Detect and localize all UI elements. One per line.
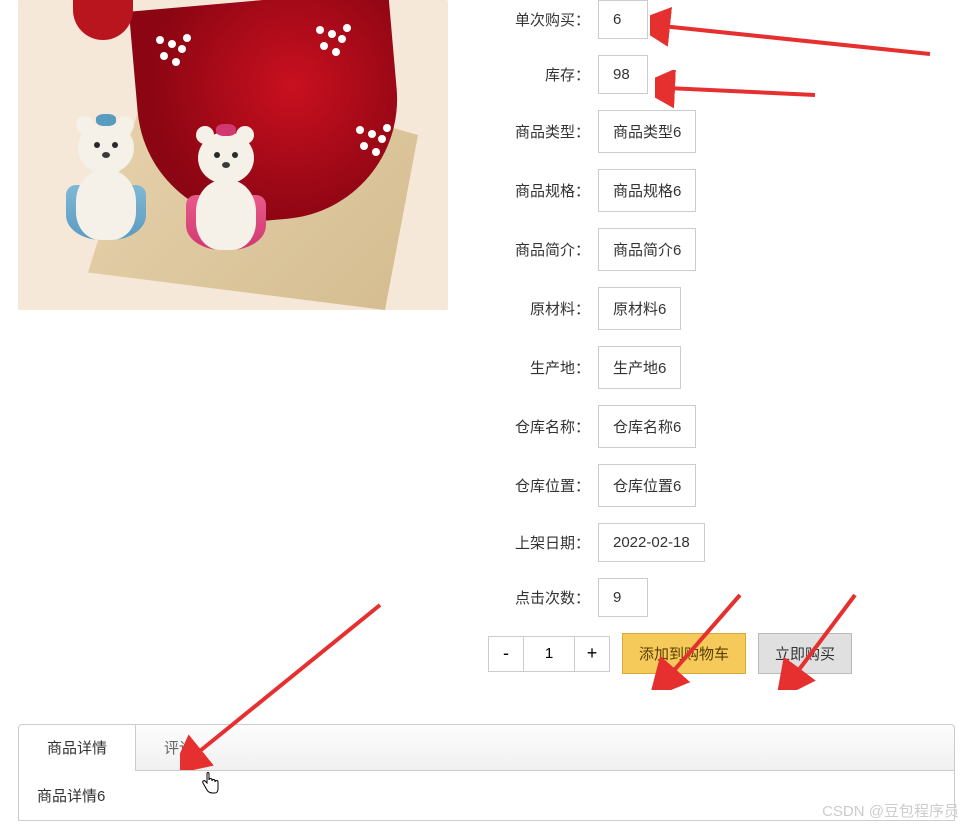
field-label-origin: 生产地：	[488, 357, 598, 378]
field-value-spec: 商品规格6	[598, 169, 696, 212]
quantity-stepper: - +	[488, 636, 610, 672]
field-value-material: 原材料6	[598, 287, 681, 330]
field-label-stock: 库存：	[488, 64, 598, 85]
field-value-warehouse-loc: 仓库位置6	[598, 464, 696, 507]
field-label-intro: 商品简介：	[488, 239, 598, 260]
field-value-listed-date: 2022-02-18	[598, 523, 705, 562]
tab-product-detail[interactable]: 商品详情	[19, 725, 136, 771]
field-label-listed-date: 上架日期：	[488, 532, 598, 553]
field-value-clicks: 9	[598, 578, 648, 617]
add-to-cart-button[interactable]: 添加到购物车	[622, 633, 746, 674]
product-image	[18, 0, 448, 310]
field-label-type: 商品类型：	[488, 121, 598, 142]
field-label-warehouse-name: 仓库名称：	[488, 416, 598, 437]
field-label-material: 原材料：	[488, 298, 598, 319]
watermark: CSDN @豆包程序员	[822, 800, 959, 821]
buy-now-button[interactable]: 立即购买	[758, 633, 852, 674]
product-fields: 单次购买： 6 库存： 98 商品类型： 商品类型6 商品规格： 商品规格6 商…	[448, 0, 955, 674]
qty-plus-button[interactable]: +	[574, 636, 610, 672]
field-label-single-purchase: 单次购买：	[488, 9, 598, 30]
field-value-single-purchase: 6	[598, 0, 648, 39]
field-value-warehouse-name: 仓库名称6	[598, 405, 696, 448]
tabs-bar: 商品详情 评论	[18, 724, 955, 771]
tab-reviews[interactable]: 评论	[136, 725, 222, 770]
qty-input[interactable]	[524, 636, 574, 672]
tab-content-detail: 商品详情6	[18, 771, 955, 821]
field-value-origin: 生产地6	[598, 346, 681, 389]
qty-minus-button[interactable]: -	[488, 636, 524, 672]
field-label-clicks: 点击次数：	[488, 587, 598, 608]
field-value-stock: 98	[598, 55, 648, 94]
field-label-warehouse-loc: 仓库位置：	[488, 475, 598, 496]
field-label-spec: 商品规格：	[488, 180, 598, 201]
field-value-type: 商品类型6	[598, 110, 696, 153]
field-value-intro: 商品简介6	[598, 228, 696, 271]
